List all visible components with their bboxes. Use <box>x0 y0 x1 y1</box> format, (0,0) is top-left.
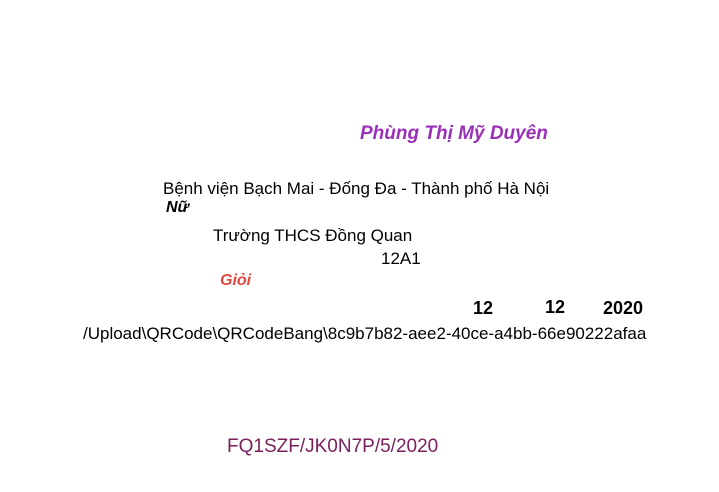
student-name: Phùng Thị Mỹ Duyên <box>360 123 548 144</box>
rank-text: Giỏi <box>220 272 252 289</box>
date-month: 12 <box>545 297 566 317</box>
class-name: 12A1 <box>381 249 421 268</box>
school-name: Trường THCS Đồng Quan <box>213 226 413 245</box>
date-day: 12 <box>473 298 494 318</box>
birthplace-text: Bệnh viện Bạch Mai - Đống Đa - Thành phố… <box>163 179 550 198</box>
certificate-number: FQ1SZF/JK0N7P/5/2020 <box>227 436 439 457</box>
gender-text: Nữ <box>166 199 189 216</box>
qr-code-path: /Upload\QRCode\QRCodeBang\8c9b7b82-aee2-… <box>83 324 647 343</box>
date-year: 2020 <box>603 298 644 318</box>
